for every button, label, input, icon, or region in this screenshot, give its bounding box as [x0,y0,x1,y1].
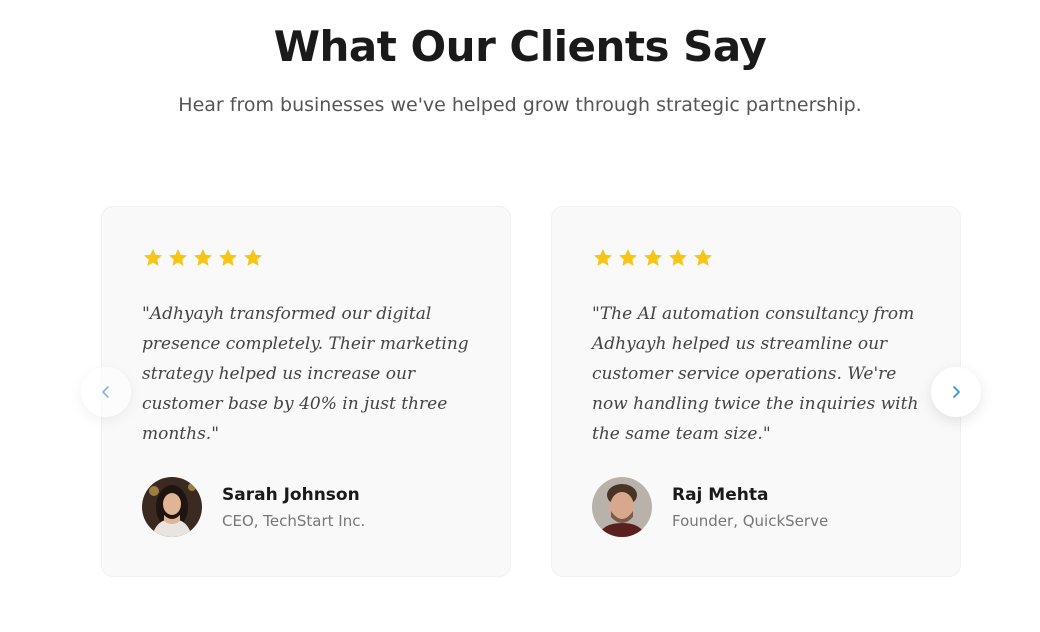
testimonial-card: "The AI automation consultancy from Adhy… [551,206,961,577]
star-icon [194,249,212,266]
star-icon [594,249,612,266]
star-icon [619,249,637,266]
star-icon [244,249,262,266]
testimonial-author: Raj Mehta Founder, QuickServe [592,477,828,537]
author-role: Founder, QuickServe [672,512,829,530]
avatar [142,477,202,537]
star-rating [142,247,264,269]
section-title: What Our Clients Say [273,22,767,71]
chevron-right-icon [953,386,960,398]
author-name: Raj Mehta [672,485,769,505]
star-icon [669,249,687,266]
section-subtitle: Hear from businesses we've helped grow t… [178,94,862,116]
testimonial-card: "Adhyayh transformed our digital presenc… [101,206,511,577]
star-icon [144,249,162,266]
carousel-next-button[interactable] [931,367,981,417]
author-role: CEO, TechStart Inc. [222,512,366,530]
testimonials-section: What Our Clients Say Hear from businesse… [0,0,1040,632]
testimonial-author: Sarah Johnson CEO, TechStart Inc. [142,477,365,537]
testimonial-quote: "Adhyayh transformed our digital presenc… [142,304,469,444]
carousel-prev-button[interactable] [81,367,131,417]
star-icon [644,249,662,266]
author-name: Sarah Johnson [222,485,360,505]
avatar [592,477,652,537]
testimonial-quote: "The AI automation consultancy from Adhy… [592,304,919,444]
star-icon [694,249,712,266]
star-rating [592,247,714,269]
star-icon [219,249,237,266]
chevron-left-icon [102,386,109,398]
star-icon [169,249,187,266]
